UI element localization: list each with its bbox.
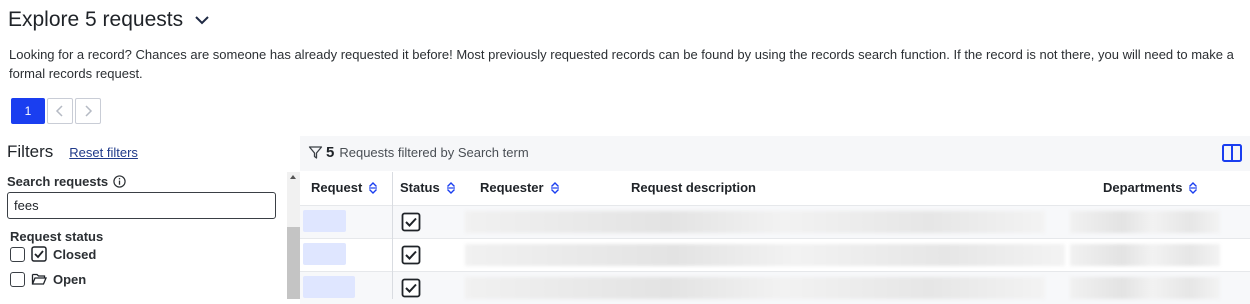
checked-box-icon (31, 246, 47, 262)
column-label-description: Request description (631, 180, 756, 195)
blurred-content (1070, 277, 1220, 299)
page-title: Explore 5 requests (8, 8, 184, 31)
table-header: Request Status Requester Request descrip… (300, 171, 1250, 205)
column-header-request[interactable]: Request (311, 180, 378, 195)
filters-panel: Filters Reset filters Search requests Re… (0, 136, 300, 299)
blurred-content (465, 277, 1045, 299)
table-row[interactable] (300, 271, 1250, 304)
blurred-content (1070, 244, 1220, 266)
results-count: 5 (326, 144, 335, 161)
sort-icon (446, 181, 455, 194)
results-toolbar: 5 Requests filtered by Search term (300, 136, 1250, 171)
search-input[interactable] (7, 192, 276, 219)
intro-text: Looking for a record? Chances are someon… (9, 47, 1234, 81)
column-header-requester[interactable]: Requester (480, 180, 560, 195)
column-label-request: Request (311, 180, 363, 195)
open-label: Open (53, 271, 87, 287)
prev-page-button[interactable] (47, 98, 73, 124)
status-option-open[interactable]: Open (10, 271, 86, 287)
column-label-departments: Departments (1103, 180, 1183, 195)
column-header-departments[interactable]: Departments (1103, 180, 1198, 195)
page-1-button[interactable]: 1 (11, 98, 45, 124)
filters-title: Filters (7, 142, 54, 161)
request-id-placeholder[interactable] (303, 276, 355, 298)
chevron-right-icon (85, 105, 93, 117)
checked-box-icon (401, 245, 421, 265)
folder-open-icon (31, 273, 47, 285)
column-divider (392, 172, 393, 299)
sort-icon (1189, 181, 1198, 194)
chevron-left-icon (55, 105, 63, 117)
filter-summary: Requests filtered by Search term (339, 145, 529, 160)
open-checkbox[interactable] (10, 271, 25, 287)
closed-label: Closed (53, 246, 97, 262)
columns-icon[interactable] (1222, 144, 1242, 162)
reset-filters-link[interactable]: Reset filters (69, 145, 138, 160)
sort-icon (550, 181, 559, 194)
funnel-icon (308, 146, 323, 159)
blurred-content (465, 211, 1045, 233)
column-header-status[interactable]: Status (400, 180, 456, 195)
checked-box-icon (401, 212, 421, 232)
sort-icon (369, 181, 378, 194)
pagination: 1 (11, 98, 101, 124)
scroll-thumb[interactable] (287, 227, 300, 299)
table-row[interactable] (300, 205, 1250, 238)
request-id-placeholder[interactable] (303, 210, 346, 232)
scroll-up-arrow-icon[interactable] (290, 175, 296, 179)
chevron-down-icon[interactable] (193, 11, 211, 29)
table-row[interactable] (300, 238, 1250, 271)
checked-box-icon (401, 278, 421, 298)
column-header-description: Request description (631, 180, 756, 195)
status-option-closed[interactable]: Closed (10, 246, 96, 262)
filters-scrollbar[interactable] (287, 172, 300, 299)
info-icon[interactable] (113, 175, 126, 188)
closed-checkbox[interactable] (10, 246, 25, 262)
search-label: Search requests (7, 174, 109, 189)
request-status-label: Request status (10, 229, 104, 244)
blurred-content (465, 244, 1065, 266)
request-id-placeholder[interactable] (303, 243, 346, 265)
next-page-button[interactable] (75, 98, 101, 124)
blurred-content (1070, 211, 1220, 233)
column-label-status: Status (400, 180, 440, 195)
column-label-requester: Requester (480, 180, 544, 195)
